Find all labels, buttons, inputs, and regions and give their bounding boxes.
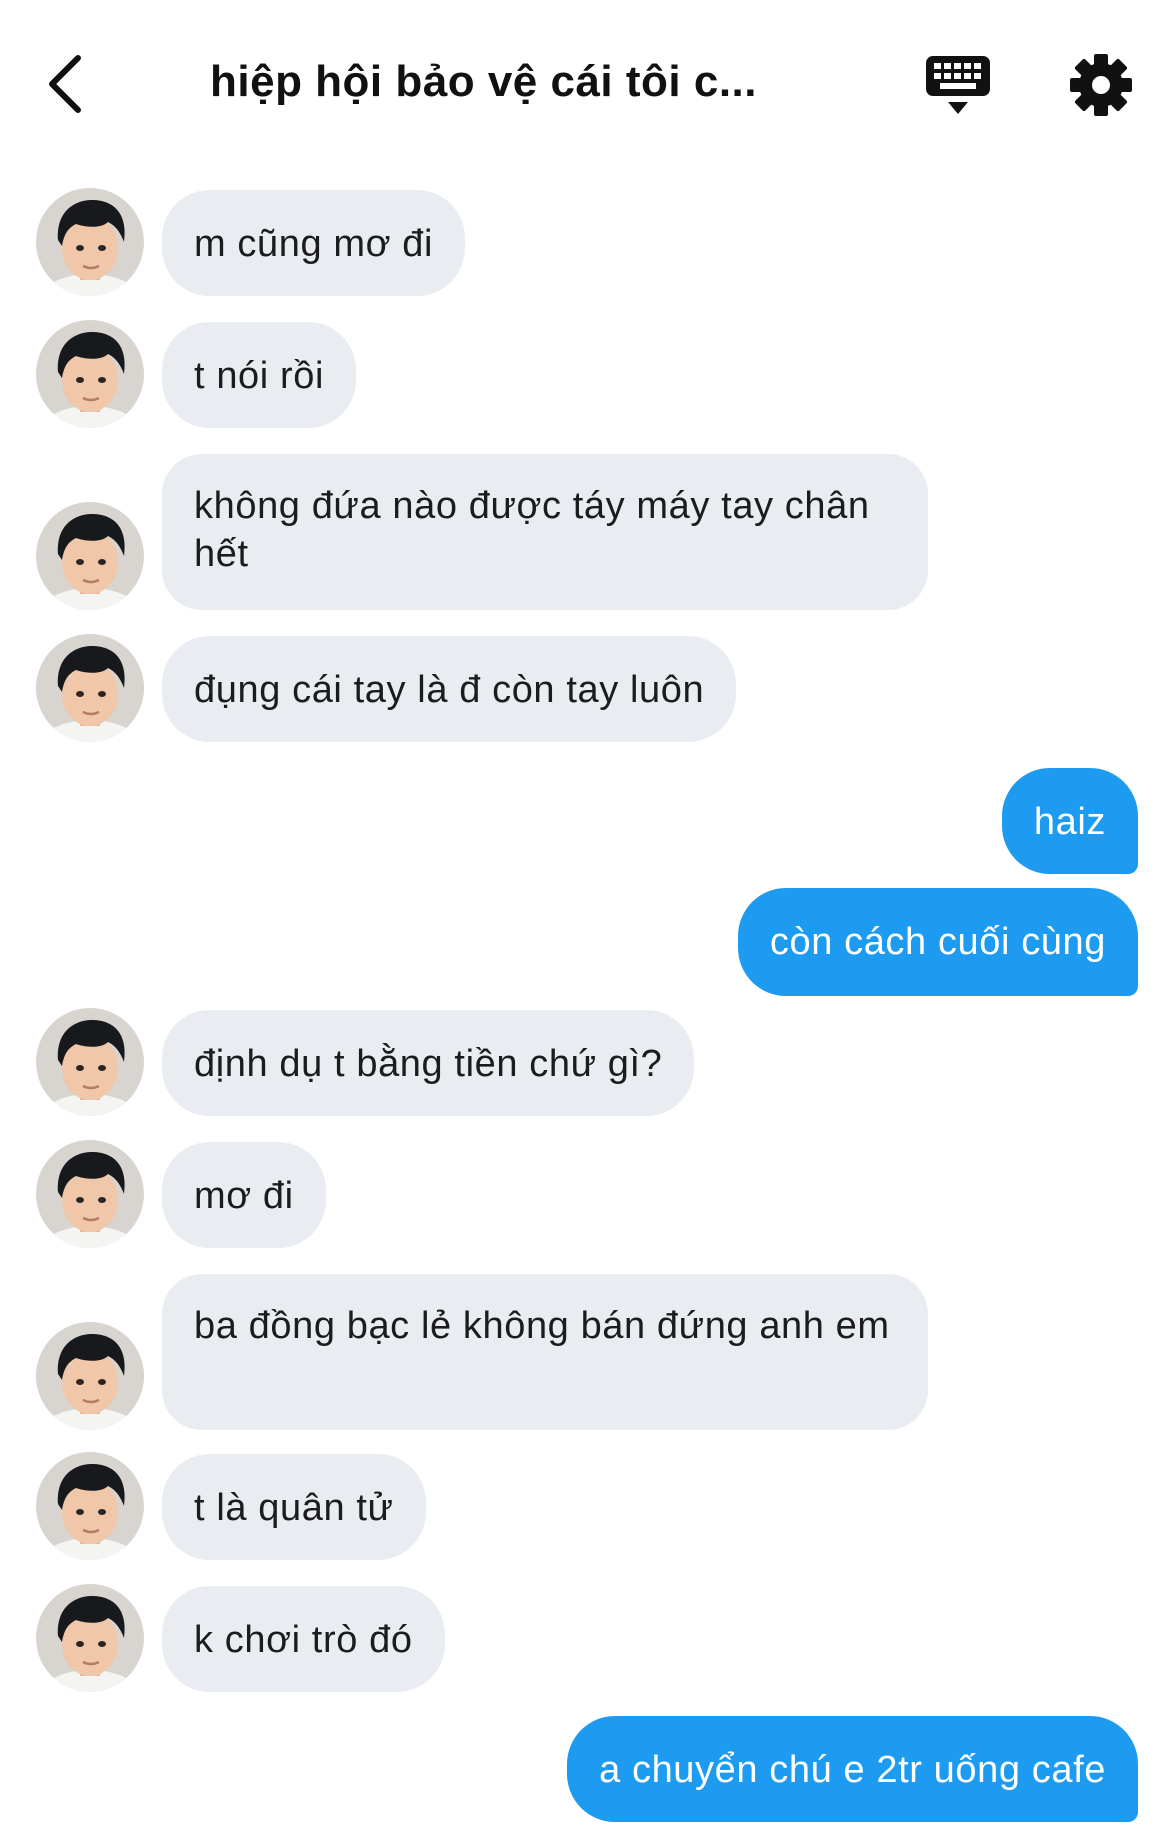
- message-bubble-incoming[interactable]: ba đồng bạc lẻ không bán đứng anh em: [162, 1274, 928, 1430]
- avatar[interactable]: [36, 634, 144, 742]
- message-row-incoming: đụng cái tay là đ còn tay luôn: [0, 634, 1170, 742]
- message-bubble-outgoing[interactable]: a chuyển chú e 2tr uống cafe: [567, 1716, 1138, 1822]
- avatar[interactable]: [36, 1140, 144, 1248]
- avatar[interactable]: [36, 1322, 144, 1430]
- message-row-incoming: định dụ t bằng tiền chứ gì?: [0, 1008, 1170, 1116]
- message-list[interactable]: m cũng mơ đi t nói rồi không đứa nào đượ…: [0, 0, 1170, 1826]
- message-row-incoming: m cũng mơ đi: [0, 188, 1170, 296]
- message-row-outgoing: haiz: [0, 768, 1170, 876]
- message-bubble-incoming[interactable]: t nói rồi: [162, 322, 357, 428]
- message-row-incoming: t là quân tử: [0, 1452, 1170, 1560]
- message-row-incoming: không đứa nào được táy máy tay chân hết: [0, 452, 1170, 610]
- message-row-incoming: k chơi trò đó: [0, 1584, 1170, 1692]
- message-bubble-incoming[interactable]: đụng cái tay là đ còn tay luôn: [162, 636, 737, 742]
- message-bubble-outgoing[interactable]: haiz: [1001, 768, 1138, 874]
- avatar[interactable]: [36, 320, 144, 428]
- message-bubble-outgoing[interactable]: còn cách cuối cùng: [737, 888, 1138, 996]
- message-row-incoming: mơ đi: [0, 1140, 1170, 1248]
- avatar[interactable]: [36, 502, 144, 610]
- avatar[interactable]: [36, 1584, 144, 1692]
- message-row-incoming: ba đồng bạc lẻ không bán đứng anh em: [0, 1272, 1170, 1430]
- message-bubble-incoming[interactable]: không đứa nào được táy máy tay chân hết: [162, 454, 928, 610]
- avatar[interactable]: [36, 1008, 144, 1116]
- message-row-outgoing: a chuyển chú e 2tr uống cafe: [0, 1716, 1170, 1824]
- message-row-outgoing: còn cách cuối cùng: [0, 888, 1170, 996]
- message-row-incoming: t nói rồi: [0, 320, 1170, 428]
- avatar[interactable]: [36, 188, 144, 296]
- message-bubble-incoming[interactable]: k chơi trò đó: [162, 1586, 445, 1692]
- message-bubble-incoming[interactable]: m cũng mơ đi: [162, 190, 466, 296]
- message-bubble-incoming[interactable]: mơ đi: [162, 1142, 326, 1248]
- message-bubble-incoming[interactable]: định dụ t bằng tiền chứ gì?: [162, 1010, 695, 1116]
- avatar[interactable]: [36, 1452, 144, 1560]
- message-bubble-incoming[interactable]: t là quân tử: [162, 1454, 426, 1560]
